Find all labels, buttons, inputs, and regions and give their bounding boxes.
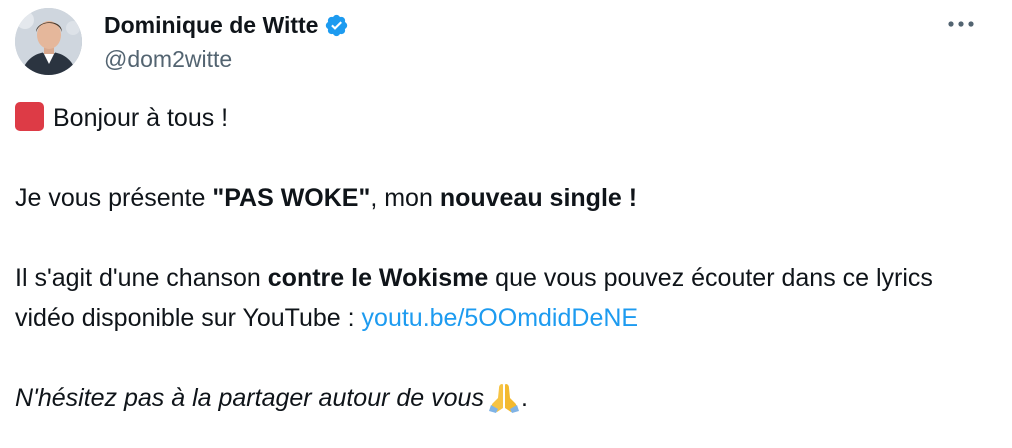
more-horizontal-icon: [948, 21, 974, 27]
more-options-button[interactable]: [944, 12, 978, 36]
avatar[interactable]: [15, 8, 82, 75]
song-title: "PAS WOKE": [212, 184, 371, 212]
intro-text-before: Je vous présente: [15, 184, 213, 212]
author-name[interactable]: Dominique de Witte: [104, 10, 349, 40]
verified-badge-icon[interactable]: [324, 13, 349, 38]
new-single-text: nouveau single !: [439, 184, 638, 212]
tweet-line-description: Il s'agit d'une chanson contre le Wokism…: [15, 258, 990, 338]
youtube-link[interactable]: youtu.be/5OOmdidDeNE: [362, 304, 639, 332]
share-text-end: .: [520, 384, 528, 412]
tweet-line-share: N'hésitez pas à la partager autour de vo…: [15, 378, 990, 418]
greeting-text: Bonjour à tous !: [53, 104, 229, 132]
description-bold-text: contre le Wokisme: [267, 264, 489, 292]
author-handle[interactable]: @dom2witte: [104, 44, 232, 74]
intro-text-middle: , mon: [370, 184, 440, 212]
author-name-text[interactable]: Dominique de Witte: [104, 10, 318, 40]
tweet-text: Bonjour à tous ! Je vous présente "PAS W…: [15, 98, 990, 418]
red-square-icon: [15, 102, 44, 131]
description-text-before: Il s'agit d'une chanson: [15, 264, 268, 292]
tweet-line-intro: Je vous présente "PAS WOKE", mon nouveau…: [15, 178, 990, 218]
tweet-line-greeting: Bonjour à tous !: [15, 98, 990, 138]
folded-hands-icon: [487, 381, 521, 413]
share-text: N'hésitez pas à la partager autour de vo…: [15, 384, 484, 412]
tweet: Dominique de Witte @dom2witte Bonjour à …: [0, 0, 1012, 448]
